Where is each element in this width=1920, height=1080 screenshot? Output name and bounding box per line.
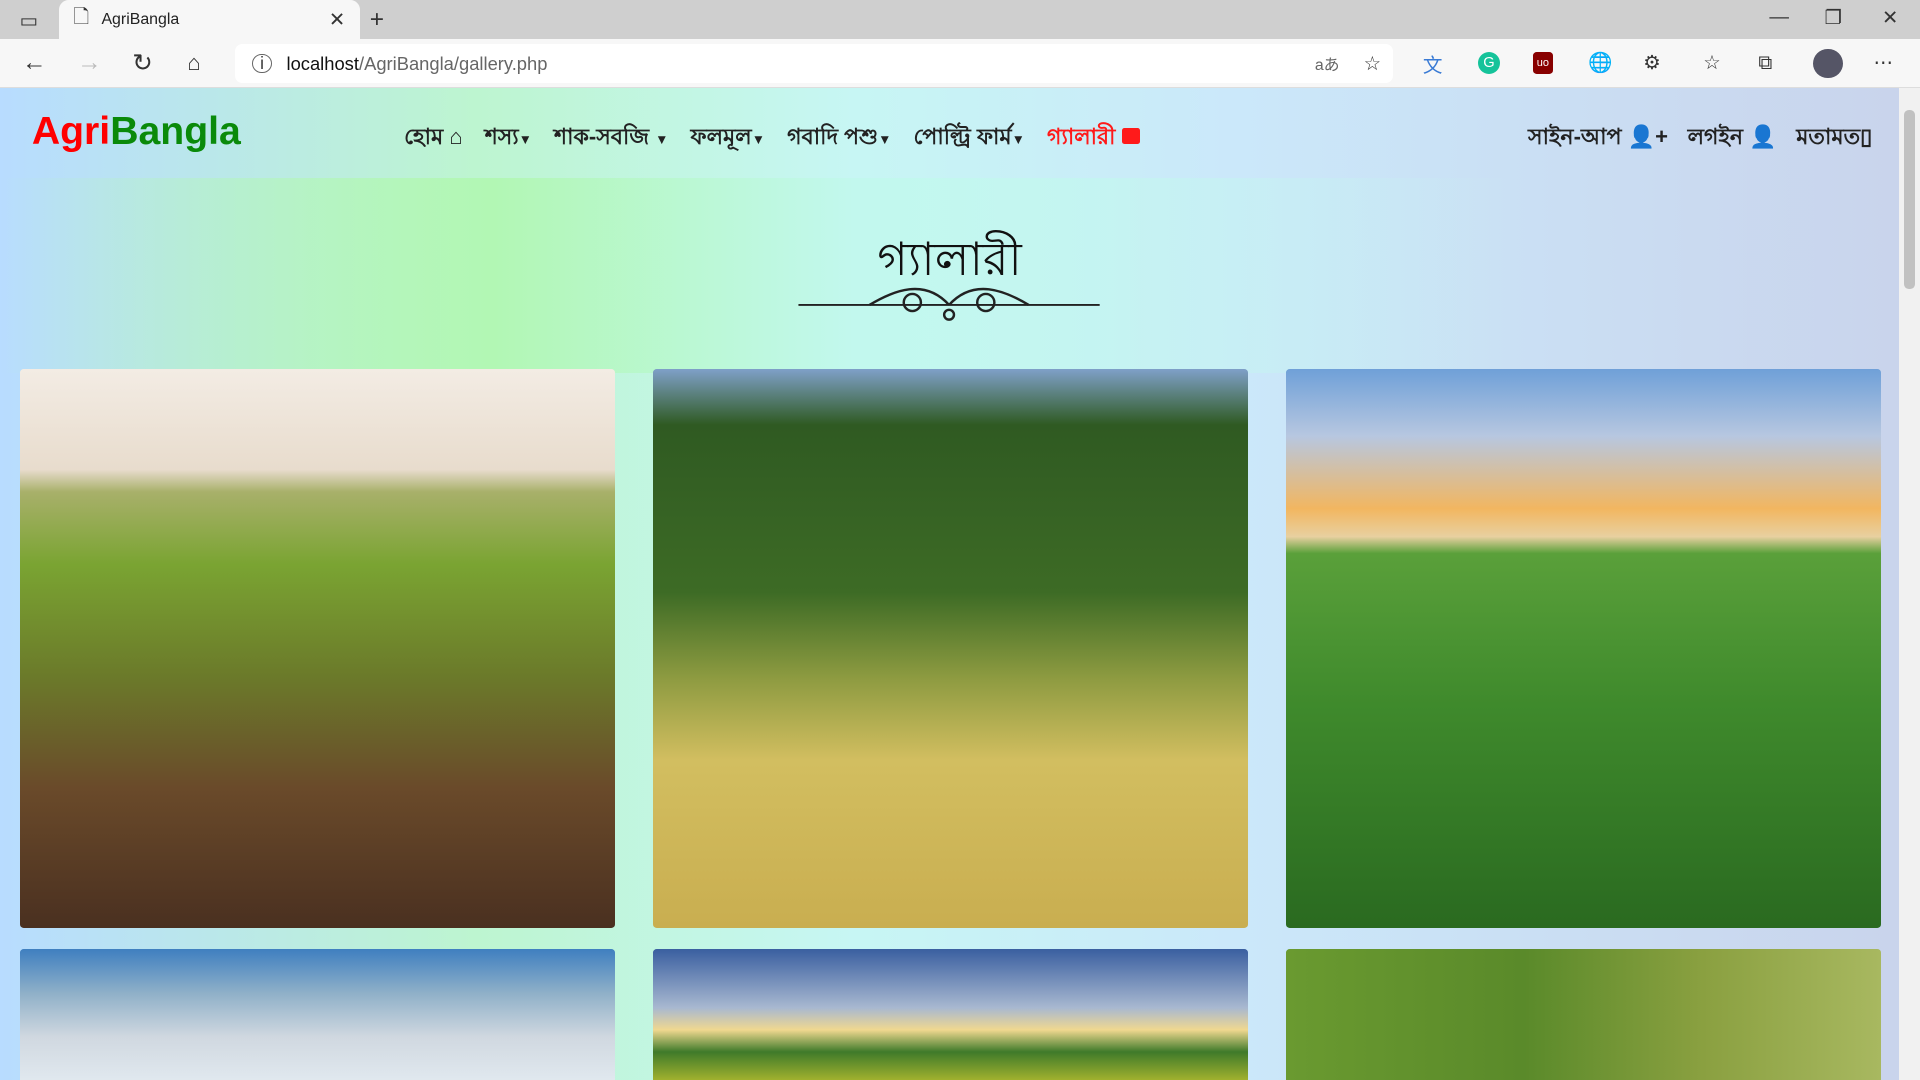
nav-home[interactable]: হোম ⌂ [404,120,463,157]
nav-poultry[interactable]: পোল্ট্রি ফার্ম▼ [913,120,1025,157]
nav-signup[interactable]: সাইন-আপ 👤+ [1528,120,1668,157]
back-icon[interactable]: ← [22,49,46,77]
logo-bangla: Bangla [110,110,241,154]
nav-label: শাক-সবজি [554,123,650,149]
page-scrollbar[interactable] [1899,88,1920,1080]
scrollbar-thumb[interactable] [1904,110,1916,289]
info-icon[interactable]: i [252,53,272,74]
home-icon: ⌂ [449,123,463,149]
page-icon: 🗋 [73,6,90,29]
logo-agri: Agri [31,110,111,154]
caret-down-icon: ▼ [878,131,892,147]
nav-label: মতামত [1796,123,1861,149]
caret-down-icon: ▼ [518,131,532,147]
forward-icon[interactable]: → [77,49,101,77]
caret-down-icon: ▼ [751,131,766,147]
nav-crops[interactable]: শস্য▼ [485,120,532,157]
camera-icon [1121,128,1140,144]
translate-icon[interactable]: aあ [1315,52,1340,75]
close-tab-icon[interactable]: ✕ [329,8,345,32]
caret-down-icon: ▼ [1011,131,1025,147]
minimize-icon[interactable]: — [1769,6,1789,29]
extensions-icon[interactable]: ⚙ [1643,51,1661,75]
nav-label: ফলমূল [690,123,752,149]
gallery-image-wheat-seedlings[interactable] [19,368,615,929]
browser-tab[interactable]: 🗋 AgriBangla ✕ [58,0,360,40]
gallery-image-farmers-harvesting[interactable] [652,368,1248,929]
nav-label: শস্য [484,123,519,149]
ublock-icon[interactable]: uo [1533,52,1553,75]
user-icon: 👤 [1749,123,1777,149]
address-bar[interactable]: i localhost/AgriBangla/gallery.php aあ ☆ [235,44,1394,84]
favorites-icon[interactable]: ☆ [1703,51,1721,75]
close-window-icon[interactable]: ✕ [1882,6,1898,30]
restore-icon[interactable]: ❐ [1825,6,1843,30]
nav-label: সাইন-আপ [1528,123,1622,149]
gallery-image-green-hills[interactable] [652,948,1248,1080]
url-path: /AgriBangla/gallery.php [358,52,548,74]
reload-icon[interactable]: ↻ [132,48,153,78]
nav-vegetables[interactable]: শাক-সবজি ▼ [554,120,668,157]
home-icon[interactable]: ⌂ [187,50,200,76]
new-tab-icon[interactable]: + [370,6,384,34]
nav-label: গবাদি পশু [787,123,879,149]
ornament-divider [798,287,1100,321]
nav-label: হোম [404,123,444,149]
grammarly-icon[interactable]: G [1477,52,1500,75]
nav-label: গ্যালারী [1047,123,1116,149]
tab-actions-icon[interactable]: ▭ [20,9,39,33]
browser-toolbar: ← → ↻ ⌂ i localhost/AgriBangla/gallery.p… [0,39,1920,89]
user-plus-icon: 👤+ [1627,123,1669,149]
gallery-image-corn-field[interactable] [1285,368,1881,929]
nav-gallery[interactable]: গ্যালারী [1047,120,1140,157]
caret-down-icon: ▼ [655,131,669,147]
gallery-image-sky-clouds[interactable] [19,948,615,1080]
nav-login[interactable]: লগইন 👤 [1688,120,1777,157]
collections-icon[interactable]: ⧉ [1758,52,1772,75]
nav-label: পোল্ট্রি ফার্ম [913,123,1012,149]
favorite-add-icon[interactable]: ☆ [1364,52,1382,76]
more-icon[interactable]: ⋯ [1873,51,1893,75]
nav-feedback[interactable]: মতামত▯ [1796,120,1872,157]
nav-label: লগইন [1687,123,1744,149]
translator-extension-icon[interactable]: 文 [1423,49,1443,78]
site-logo[interactable]: AgriBangla [32,110,241,154]
globe-extension-icon[interactable]: 🌐 [1588,51,1612,75]
profile-avatar[interactable] [1813,48,1843,79]
mobile-icon: ▯ [1860,123,1873,149]
account-nav: সাইন-আপ 👤+ লগইন 👤 মতামত▯ [1528,120,1872,157]
page-content: AgriBangla হোম ⌂ শস্য▼ শাক-সবজি ▼ ফলমূল▼… [0,88,1900,1080]
main-nav: হোম ⌂ শস্য▼ শাক-সবজি ▼ ফলমূল▼ গবাদি পশু▼… [404,120,1140,157]
browser-tab-bar: ▭ 🗋 AgriBangla ✕ + — ❐ ✕ [0,0,1920,40]
tab-title: AgriBangla [101,10,180,28]
gallery-image-farmer-rice[interactable] [1285,948,1881,1080]
nav-livestock[interactable]: গবাদি পশু▼ [787,120,891,157]
nav-fruits[interactable]: ফলমূল▼ [691,120,766,157]
url-host: localhost [286,52,359,74]
